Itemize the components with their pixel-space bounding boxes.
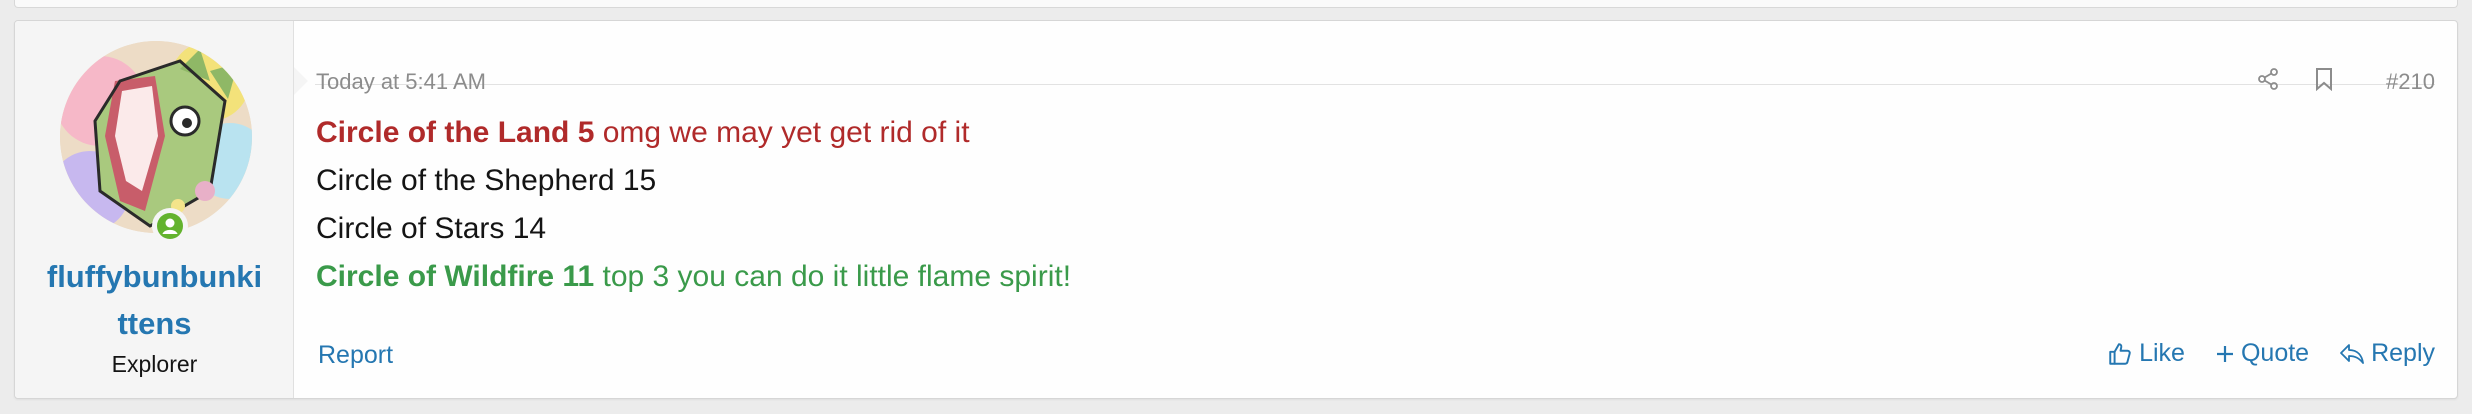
username-line-1: fluffybunbunki — [46, 259, 263, 294]
post-attribution: Today at 5:41 AM #210 — [315, 45, 2435, 94]
post-footer: Report Like Quote Reply — [315, 331, 2435, 371]
username-line-2: ttens — [117, 306, 192, 341]
post-date[interactable]: Today at 5:41 AM — [316, 69, 486, 95]
reply-label: Reply — [2371, 339, 2435, 367]
content-bold-text: Circle of the Land 5 — [316, 116, 595, 149]
share-icon[interactable] — [2256, 67, 2280, 91]
user-cell-arrow — [294, 67, 308, 95]
post-number-link[interactable]: #210 — [2386, 69, 2435, 95]
content-text: Circle of Stars 14 — [316, 212, 547, 245]
content-line: Circle of Stars 14 — [316, 205, 1071, 253]
content-text: omg we may yet get rid of it — [594, 116, 970, 149]
quote-label: Quote — [2240, 339, 2310, 367]
avatar-image — [60, 41, 252, 233]
content-bold-text: Circle of Wildfire 11 — [316, 260, 595, 293]
user-title: Explorer — [111, 351, 198, 377]
plus-icon — [2215, 344, 2235, 364]
username-link[interactable]: fluffybunbunki ttens — [15, 253, 294, 347]
content-line: Circle of the Shepherd 15 — [316, 157, 1071, 205]
bookmark-icon[interactable] — [2313, 67, 2335, 91]
forum-post: fluffybunbunki ttens Explorer Today at 5… — [14, 20, 2458, 399]
post-body: Circle of the Land 5 omg we may yet get … — [316, 109, 1071, 301]
post-main: Today at 5:41 AM #210 Circle of the Land… — [315, 21, 2457, 398]
content-line: Circle of Wildfire 11 top 3 you can do i… — [316, 253, 1071, 301]
post-actions: Like Quote Reply — [2107, 339, 2435, 368]
reply-arrow-icon — [2339, 342, 2365, 366]
reply-button[interactable]: Reply — [2339, 339, 2435, 368]
previous-post-edge — [14, 0, 2458, 8]
quote-button[interactable]: Quote — [2215, 339, 2309, 368]
content-text: Circle of the Shepherd 15 — [316, 164, 657, 197]
thumbs-up-icon — [2107, 341, 2133, 367]
like-button[interactable]: Like — [2107, 339, 2185, 368]
content-text: top 3 you can do it little flame spirit! — [594, 260, 1072, 293]
like-label: Like — [2139, 339, 2185, 367]
content-line: Circle of the Land 5 omg we may yet get … — [316, 109, 1071, 157]
post-user-cell: fluffybunbunki ttens Explorer — [15, 21, 294, 398]
user-online-icon — [152, 208, 188, 244]
avatar[interactable] — [60, 41, 252, 233]
report-link[interactable]: Report — [318, 341, 393, 370]
